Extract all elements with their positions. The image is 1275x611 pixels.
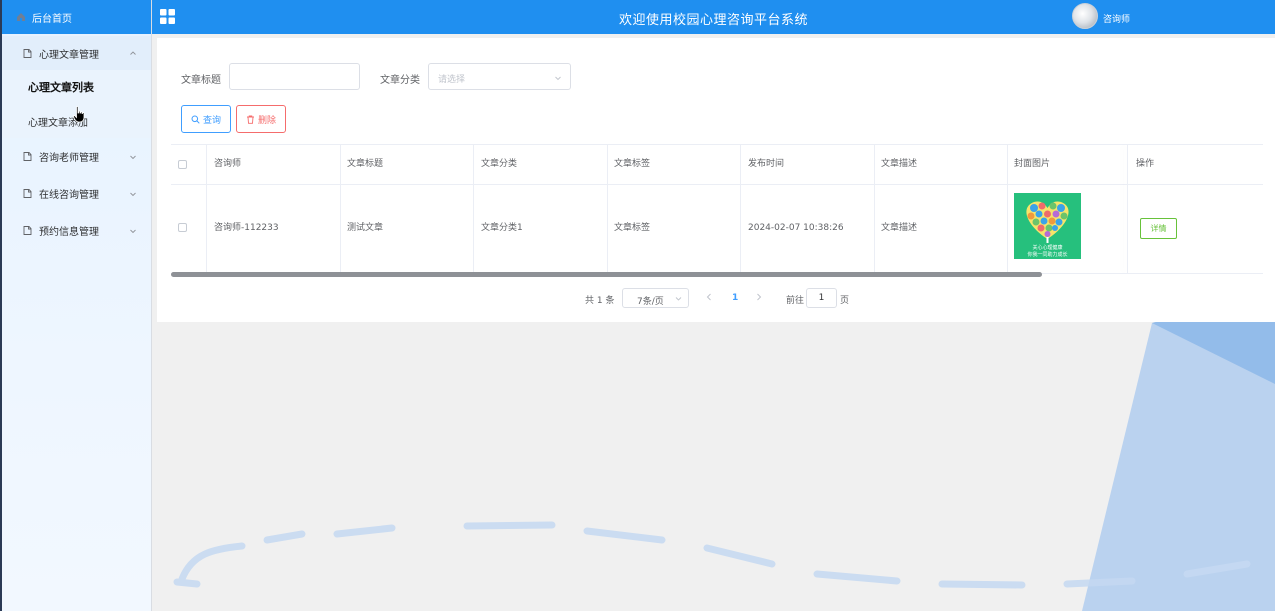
username[interactable]: 咨询师 [1103,12,1130,25]
column-header[interactable]: 文章描述 [881,145,917,184]
sidebar-group-label: 咨询老师管理 [39,153,99,164]
cell-category: 文章分类1 [481,223,523,233]
document-icon [23,152,32,161]
delete-button[interactable]: 删除 [236,105,286,133]
title-filter-input[interactable] [229,63,360,90]
page-size-value: 7条/页 [637,297,664,307]
select-all-checkbox[interactable] [178,160,187,169]
column-header: 操作 [1136,159,1155,169]
home-icon [17,13,25,21]
pagination-total: 共 1 条 [585,296,615,306]
article-table: 咨询师 文章标题 文章分类 文章标签 发布时间 文章描述 封面图片 操作 咨询师… [171,144,1263,278]
trash-icon [246,115,254,124]
cover-caption: 关心心理健康 [1032,245,1063,251]
cover-caption: 你我一同助力成长 [1027,252,1068,258]
column-divider [473,145,474,273]
hand-cursor-icon [73,106,85,123]
document-icon [23,226,32,235]
column-header[interactable]: 文章分类 [481,145,517,184]
top-header: 欢迎使用校园心理咨询平台系统 咨询师 [152,0,1275,34]
column-header[interactable]: 封面图片 [1014,145,1050,184]
cell-title: 测试文章 [347,223,384,233]
sidebar-group-label: 在线咨询管理 [39,190,99,201]
sidebar-group-consultation[interactable]: 在线咨询管理 [2,175,151,212]
column-header[interactable]: 文章标题 [347,145,383,184]
sidebar-group-articles[interactable]: 心理文章管理 [2,36,151,70]
chevron-up-icon [130,51,136,55]
sidebar-group-appointments[interactable]: 预约信息管理 [2,212,151,249]
cover-image[interactable]: 关心心理健康 你我一同助力成长 [1014,193,1081,259]
cell-tag: 文章标签 [614,223,651,233]
column-divider [607,145,608,273]
search-button-label: 查询 [202,115,221,126]
sidebar-group-counselors[interactable]: 咨询老师管理 [2,138,151,175]
filter-row: 文章标题 文章分类 请选择 [157,63,1275,91]
column-divider [1007,145,1008,273]
horizontal-scrollbar[interactable] [171,272,1042,277]
column-divider [740,145,741,273]
chevron-down-icon [555,76,561,81]
column-header[interactable]: 咨询师 [214,145,241,184]
cell-published: 2024-02-07 10:38:26 [748,223,844,233]
sidebar-group-label: 心理文章管理 [39,49,99,61]
cell-counselor: 咨询师-112233 [214,223,279,233]
avatar[interactable] [1072,3,1098,29]
category-filter-placeholder: 请选择 [438,75,466,85]
title-filter-label: 文章标题 [181,75,221,86]
sidebar: 后台首页 心理文章管理 心理文章列表 心理文章添加 咨询老师管理 在线咨询管理 … [2,0,152,611]
sidebar-group-label: 预约信息管理 [39,227,99,238]
column-divider [874,145,875,273]
cell-description: 文章描述 [881,223,918,233]
content-card: 文章标题 文章分类 请选择 查询 删除 咨询师 文章标题 文章分类 文章标签 发… [157,38,1275,322]
page-suffix: 页 [840,296,850,306]
chevron-down-icon [675,297,682,301]
category-filter-select[interactable]: 请选择 [428,63,571,90]
detail-button[interactable]: 详情 [1140,218,1177,239]
sidebar-item-label: 心理文章列表 [28,81,94,94]
fixed-column-divider [1127,145,1128,273]
document-icon [23,189,32,198]
goto-label: 前往 [786,296,805,306]
search-button[interactable]: 查询 [181,105,231,133]
column-header[interactable]: 文章标签 [614,145,650,184]
row-checkbox[interactable] [178,223,187,232]
document-icon [23,48,32,58]
page-size-select[interactable]: 7条/页 [622,288,689,308]
column-divider [206,145,207,273]
search-icon [191,115,200,124]
delete-button-label: 删除 [257,115,276,126]
category-filter-label: 文章分类 [380,75,420,86]
chevron-down-icon [130,229,136,233]
sidebar-home[interactable]: 后台首页 [2,0,151,34]
goto-page-input[interactable]: 1 [806,288,837,308]
sidebar-item-article-list[interactable]: 心理文章列表 [2,70,151,104]
table-divider [171,184,1263,185]
prev-page-icon[interactable] [705,292,713,302]
pagination: 共 1 条 7条/页 1 前往 1 页 [157,288,1275,308]
sidebar-home-label: 后台首页 [32,13,72,25]
next-page-icon[interactable] [755,292,763,302]
chevron-down-icon [130,155,136,159]
column-divider [340,145,341,273]
chevron-down-icon [130,192,136,196]
page-number-current[interactable]: 1 [732,293,738,303]
column-header[interactable]: 发布时间 [748,145,784,184]
